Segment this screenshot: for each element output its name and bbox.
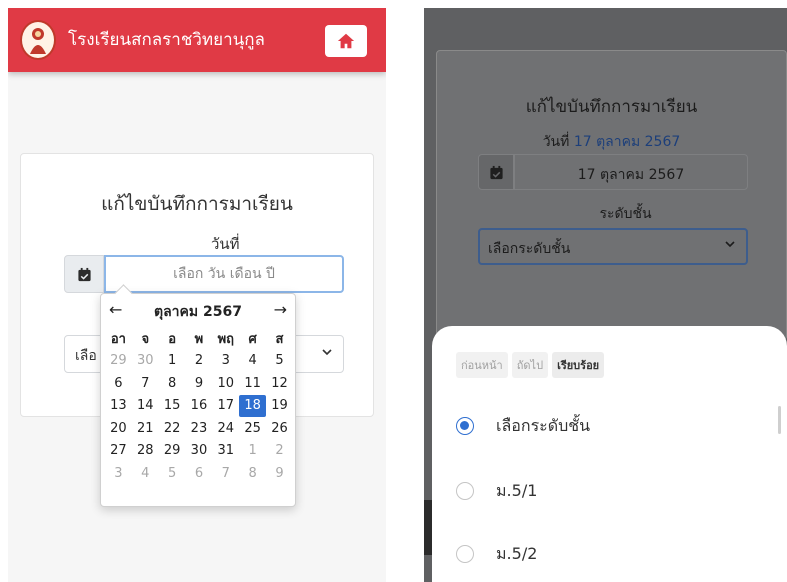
calendar-day[interactable]: 8 [159, 372, 186, 395]
option-m5-2[interactable]: ม.5/2 [456, 536, 756, 572]
datepicker-popup: ← ตุลาคม 2567 → อาจอพพฤศส 29 30 1 2 3 4 5 6 7 8 9 10… [100, 293, 296, 507]
datepicker-month: ตุลาคม 2567 [154, 304, 242, 320]
picker-bottom-sheet: ก่อนหน้า ถัดไป เรียบร้อย เลือกระดับชั้น … [432, 326, 787, 582]
calendar-day-outside[interactable]: 2 [266, 440, 293, 463]
calendar-day[interactable]: 31 [212, 440, 239, 463]
radio-icon [456, 482, 474, 500]
done-button[interactable]: เรียบร้อย [552, 352, 605, 378]
calendar-day-outside[interactable]: 29 [105, 350, 132, 373]
right-screen: แก้ไขบันทึกการมาเรียน วันที่ 17 ตุลาคม 2… [424, 8, 787, 582]
card-title: แก้ไขบันทึกการมาเรียน [525, 97, 698, 117]
calendar-day[interactable]: 19 [266, 395, 293, 418]
calendar-day-outside[interactable]: 9 [266, 462, 293, 485]
calendar-check-icon [77, 267, 91, 281]
calendar-day[interactable]: 13 [105, 395, 132, 418]
calendar-day[interactable]: 23 [186, 417, 213, 440]
calendar-day-outside[interactable]: 1 [239, 440, 266, 463]
picker-toolbar: ก่อนหน้า ถัดไป เรียบร้อย [456, 352, 605, 378]
calendar-day[interactable]: 10 [212, 372, 239, 395]
calendar-day[interactable]: 22 [159, 417, 186, 440]
calendar-day-outside[interactable]: 8 [239, 462, 266, 485]
calendar-day[interactable]: 20 [105, 417, 132, 440]
date-highlight: 17 ตุลาคม 2567 [573, 134, 681, 150]
datepicker-grid: อาจอพพฤศส 29 30 1 2 3 4 5 6 7 8 9 10 11 12 13 14 15 16 17 18… [105, 327, 293, 485]
calendar-day[interactable]: 14 [132, 395, 159, 418]
option-label: ม.5/2 [496, 543, 538, 563]
chevron-down-icon [724, 238, 736, 254]
calendar-day-outside[interactable]: 30 [132, 350, 159, 373]
home-button[interactable] [325, 25, 367, 57]
calendar-day-outside[interactable]: 4 [132, 462, 159, 485]
home-icon [337, 33, 355, 49]
class-level-select[interactable]: เลือกระดับชั้น [478, 228, 748, 265]
top-navbar: โรงเรียนสกลราชวิทยานุกูล [8, 8, 386, 72]
date-input[interactable]: 17 ตุลาคม 2567 [514, 154, 748, 190]
school-name: โรงเรียนสกลราชวิทยานุกูล [68, 30, 265, 50]
weekday-header: อา [110, 331, 126, 347]
card-title: แก้ไขบันทึกการมาเรียน [101, 193, 293, 215]
calendar-day-outside[interactable]: 7 [212, 462, 239, 485]
calendar-day-outside[interactable]: 6 [186, 462, 213, 485]
weekday-header: ศ [248, 331, 257, 347]
date-prefix: วันที่ [542, 134, 570, 150]
scrollbar[interactable] [778, 406, 781, 434]
calendar-day-selected[interactable]: 18 [239, 394, 267, 417]
option-m5-1[interactable]: ม.5/1 [456, 473, 756, 509]
left-screen: โรงเรียนสกลราชวิทยานุกูล แก้ไขบันทึกการม… [8, 8, 386, 582]
class-level-label: ระดับชั้น [599, 206, 652, 222]
date-input[interactable] [104, 255, 344, 293]
calendar-addon [478, 154, 514, 190]
select-value: เลือกระดับชั้น [488, 241, 571, 257]
school-logo-icon [20, 20, 56, 60]
datepicker-header: ← ตุลาคม 2567 → [101, 300, 295, 324]
calendar-day[interactable]: 16 [186, 395, 213, 418]
option-label: ม.5/1 [496, 480, 538, 500]
calendar-day[interactable]: 7 [132, 372, 159, 395]
calendar-day[interactable]: 29 [159, 440, 186, 463]
radio-icon [456, 417, 474, 435]
weekday-header: จ [141, 331, 150, 347]
calendar-addon [64, 255, 104, 293]
calendar-day[interactable]: 25 [239, 417, 266, 440]
date-label: วันที่ [211, 235, 240, 253]
calendar-day[interactable]: 5 [266, 350, 293, 373]
next-button[interactable]: ถัดไป [511, 352, 549, 378]
arrow-right-icon[interactable]: → [274, 300, 287, 319]
chevron-down-icon [321, 346, 333, 362]
prev-button[interactable]: ก่อนหน้า [456, 352, 508, 378]
calendar-day[interactable]: 11 [239, 372, 266, 395]
calendar-day[interactable]: 6 [105, 372, 132, 395]
radio-icon [456, 545, 474, 563]
calendar-day[interactable]: 4 [239, 350, 266, 373]
background-strip [424, 500, 432, 555]
weekday-header: พฤ [217, 331, 235, 347]
calendar-day[interactable]: 24 [212, 417, 239, 440]
date-line: วันที่ 17 ตุลาคม 2567 [437, 131, 786, 153]
calendar-day[interactable]: 1 [159, 350, 186, 373]
weekday-header: ส [275, 331, 284, 347]
calendar-day[interactable]: 30 [186, 440, 213, 463]
calendar-day[interactable]: 12 [266, 372, 293, 395]
attendance-edit-card-dimmed: แก้ไขบันทึกการมาเรียน วันที่ 17 ตุลาคม 2… [436, 50, 787, 340]
calendar-day[interactable]: 3 [212, 350, 239, 373]
option-select-level[interactable]: เลือกระดับชั้น [456, 408, 756, 444]
select-value: เลือ [75, 348, 97, 364]
calendar-day[interactable]: 17 [212, 395, 239, 418]
calendar-check-icon [489, 165, 503, 179]
calendar-day-outside[interactable]: 5 [159, 462, 186, 485]
weekday-header: อ [168, 331, 177, 347]
calendar-day[interactable]: 15 [159, 395, 186, 418]
calendar-day[interactable]: 9 [186, 372, 213, 395]
calendar-day[interactable]: 28 [132, 440, 159, 463]
calendar-day[interactable]: 2 [186, 350, 213, 373]
weekday-header: พ [194, 331, 204, 347]
calendar-day[interactable]: 26 [266, 417, 293, 440]
calendar-day[interactable]: 27 [105, 440, 132, 463]
option-label: เลือกระดับชั้น [496, 415, 591, 435]
calendar-day-outside[interactable]: 3 [105, 462, 132, 485]
calendar-day[interactable]: 21 [132, 417, 159, 440]
